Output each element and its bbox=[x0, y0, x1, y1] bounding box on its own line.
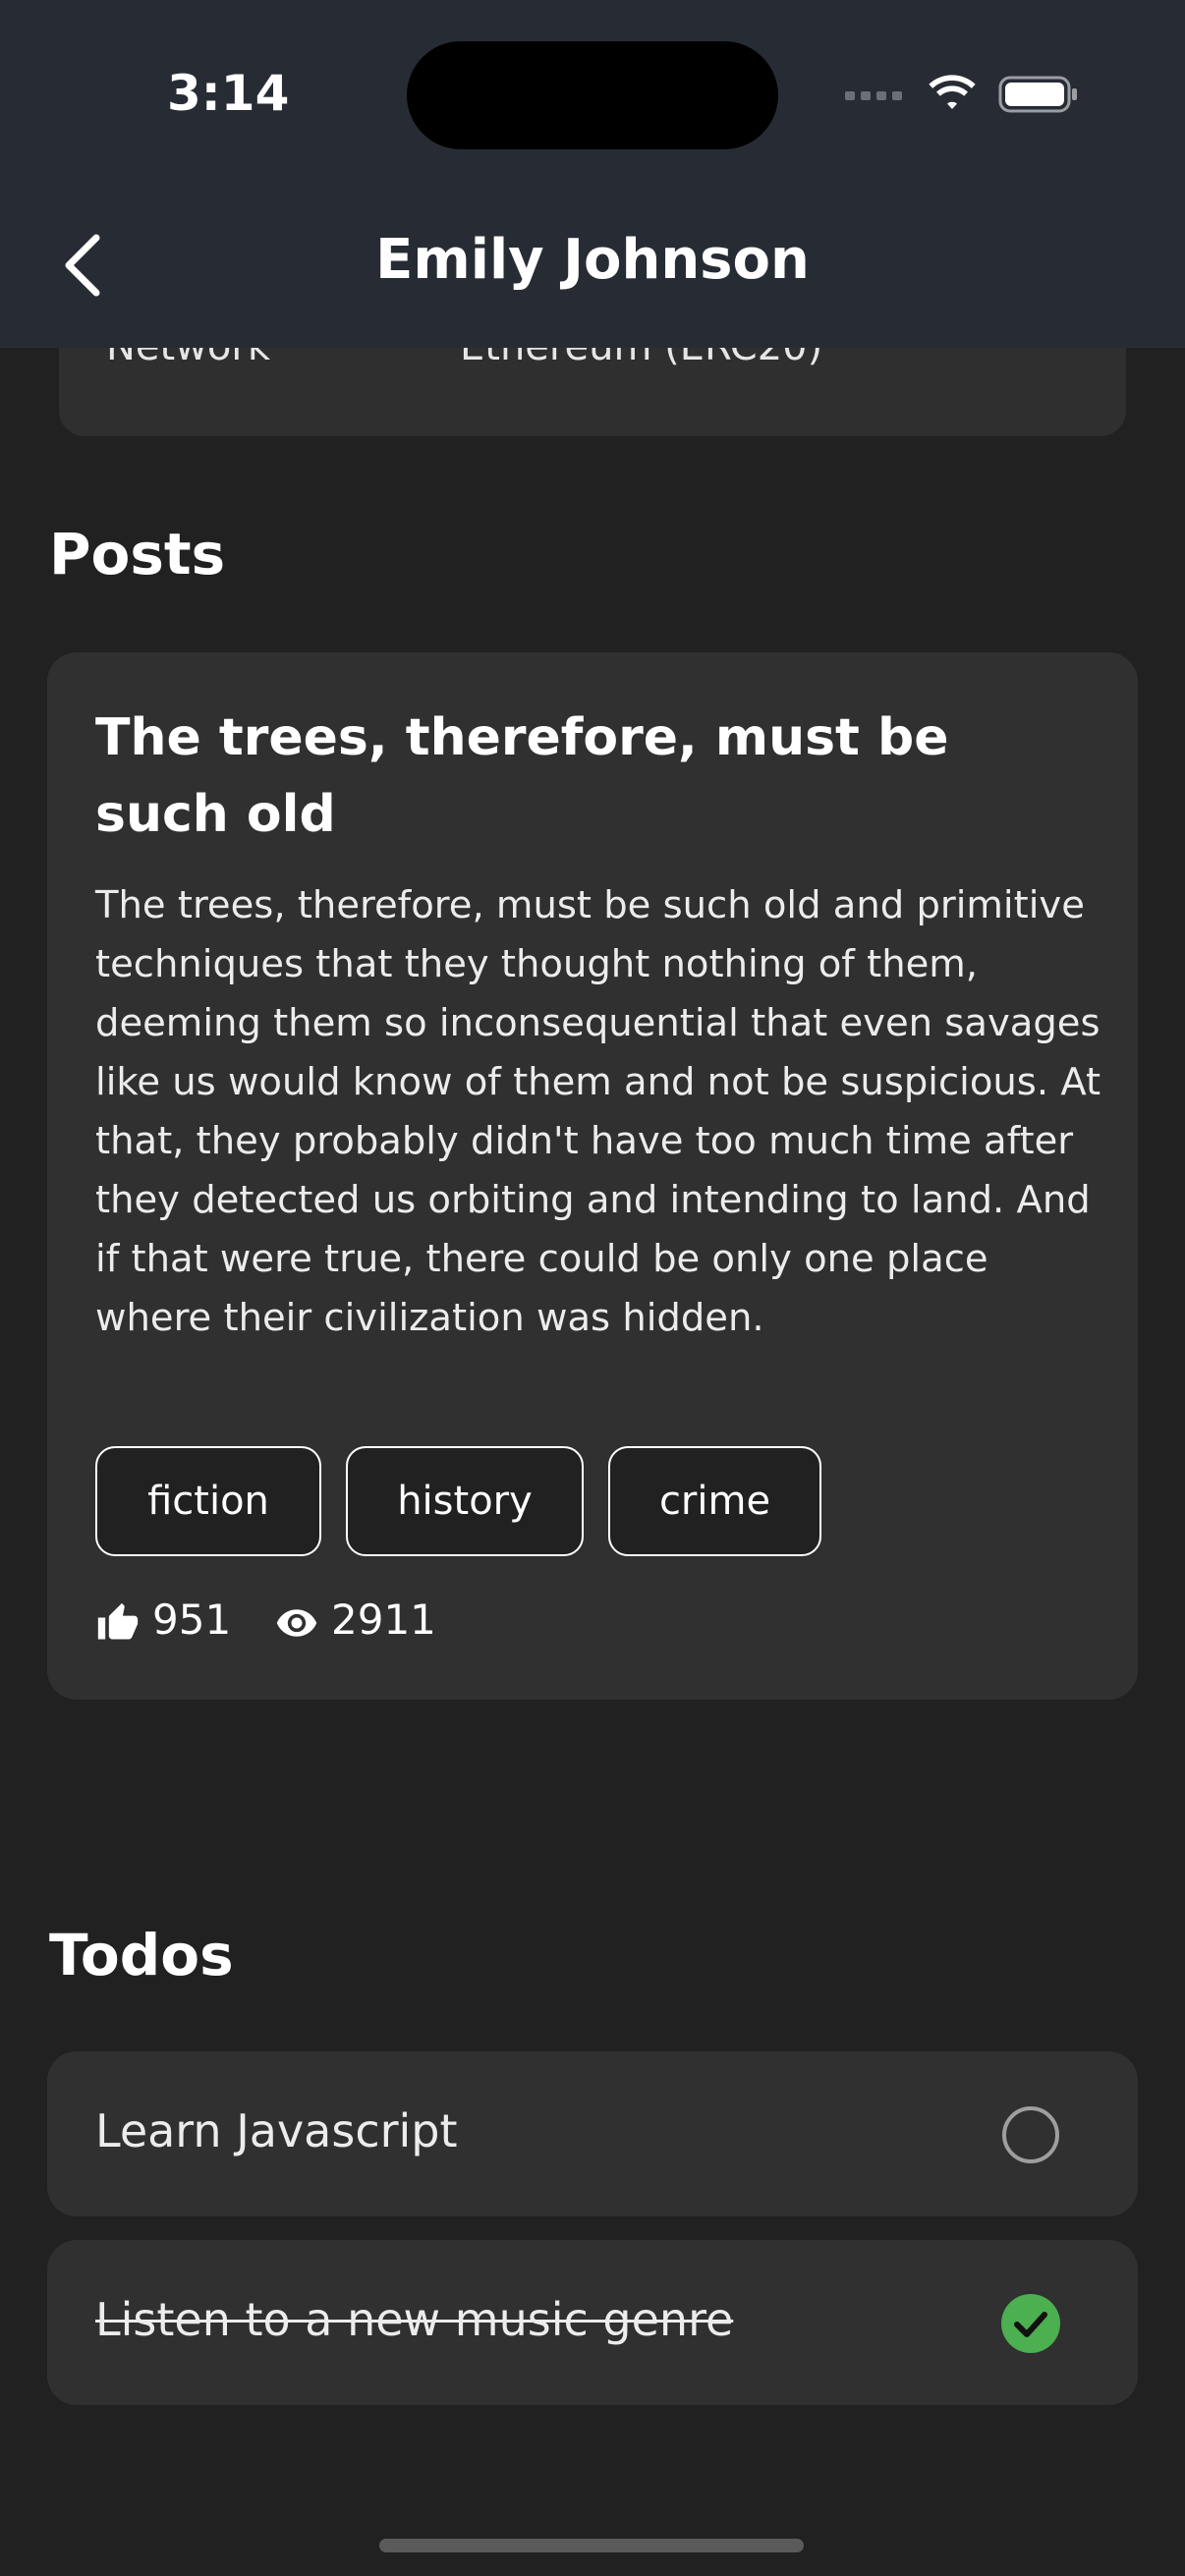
posts-section-title: Posts bbox=[49, 521, 226, 588]
battery-icon bbox=[998, 76, 1077, 113]
post-body: The trees, therefore, must be such old a… bbox=[95, 883, 1101, 1340]
post-card[interactable]: The trees, therefore, must be such old T… bbox=[47, 652, 1138, 1700]
views-count: 2911 bbox=[331, 1596, 436, 1644]
status-time: 3:14 bbox=[167, 65, 290, 122]
home-indicator[interactable] bbox=[379, 2539, 804, 2552]
eye-icon bbox=[276, 1609, 317, 1637]
check-circle-icon[interactable] bbox=[1000, 2293, 1061, 2354]
tag-chip[interactable]: history bbox=[346, 1446, 584, 1556]
likes-count: 951 bbox=[152, 1596, 232, 1644]
wifi-icon bbox=[929, 75, 976, 109]
post-title: The trees, therefore, must be such old bbox=[95, 708, 949, 844]
todos-section-title: Todos bbox=[49, 1922, 234, 1988]
tag-chip[interactable]: fiction bbox=[95, 1446, 321, 1556]
cellular-signal-icon bbox=[845, 91, 902, 100]
todo-item[interactable]: Listen to a new music genre bbox=[47, 2240, 1138, 2405]
todo-label: Learn Javascript bbox=[95, 2104, 458, 2157]
thumb-up-icon bbox=[97, 1602, 139, 1640]
page-title: Emily Johnson bbox=[375, 228, 810, 292]
app-header: 3:14 Emily Johnson bbox=[0, 0, 1185, 348]
unchecked-circle-icon[interactable] bbox=[1000, 2104, 1061, 2165]
todo-item[interactable]: Learn Javascript bbox=[47, 2051, 1138, 2216]
user-detail-screen: Network Ethereum (ERC20) Posts The trees… bbox=[0, 0, 1185, 2576]
dynamic-island bbox=[407, 41, 778, 149]
tag-chip[interactable]: crime bbox=[608, 1446, 821, 1556]
todo-label: Listen to a new music genre bbox=[95, 2293, 734, 2346]
